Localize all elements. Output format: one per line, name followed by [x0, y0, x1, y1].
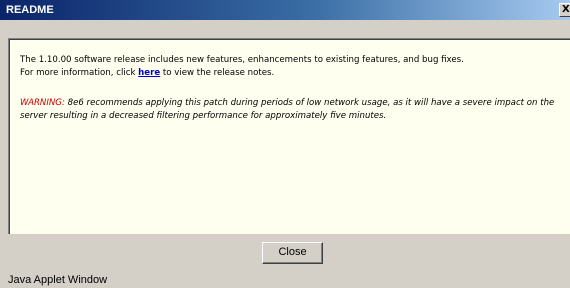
window-title: README: [6, 4, 54, 16]
release-notes-link[interactable]: here: [138, 68, 160, 78]
status-bar: Java Applet Window: [0, 270, 570, 288]
intro-line-2-suffix: to view the release notes.: [160, 68, 275, 78]
warning-paragraph: WARNING: 8e6 recommends applying this pa…: [20, 97, 560, 123]
close-icon[interactable]: X: [559, 3, 570, 17]
warning-text: 8e6 recommends applying this patch durin…: [20, 98, 555, 121]
readme-window: README X The 1.10.00 software release in…: [0, 0, 570, 288]
status-text: Java Applet Window: [8, 274, 108, 286]
intro-line-1: The 1.10.00 software release includes ne…: [20, 55, 464, 65]
intro-paragraph: The 1.10.00 software release includes ne…: [20, 54, 560, 80]
warning-label: WARNING:: [20, 98, 65, 108]
readme-content: The 1.10.00 software release includes ne…: [8, 38, 570, 234]
intro-line-2-prefix: For more information, click: [20, 68, 139, 78]
button-bar: Close: [0, 234, 570, 270]
close-button[interactable]: Close: [262, 242, 323, 264]
title-bar[interactable]: README X: [0, 0, 570, 20]
